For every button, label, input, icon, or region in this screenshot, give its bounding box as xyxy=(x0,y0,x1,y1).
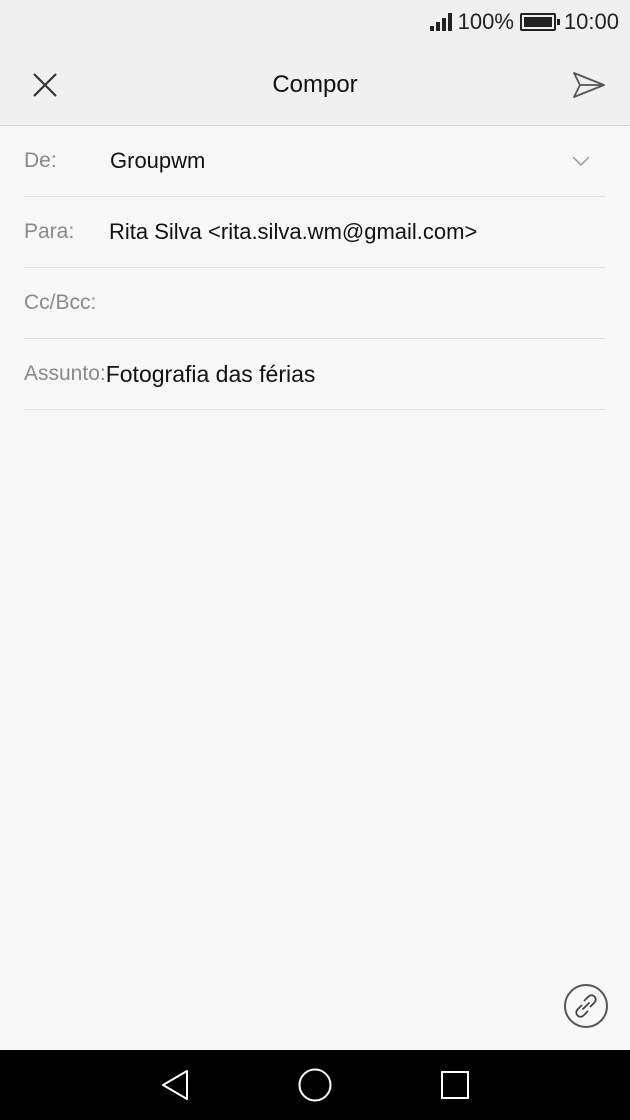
send-button[interactable] xyxy=(566,62,612,108)
signal-icon xyxy=(429,13,452,31)
to-row: Para: Rita Silva <rita.silva.wm@gmail.co… xyxy=(24,197,605,268)
battery-percent: 100% xyxy=(457,9,514,34)
send-icon xyxy=(573,72,605,98)
cc-bcc-row: Cc/Bcc: xyxy=(24,268,605,339)
attach-button[interactable] xyxy=(564,984,608,1028)
compose-form: De: Groupwm Para: Rita Silva <rita.silva… xyxy=(24,126,605,410)
status-bar: 100% 10:00 xyxy=(0,0,630,44)
to-field[interactable]: Rita Silva <rita.silva.wm@gmail.com> xyxy=(109,219,477,245)
subject-label: Assunto: xyxy=(24,362,106,385)
from-value[interactable]: Groupwm xyxy=(110,148,205,174)
status-time: 10:00 xyxy=(563,9,619,34)
close-icon xyxy=(33,73,57,97)
attachment-icon xyxy=(575,994,597,1018)
message-body[interactable] xyxy=(24,410,605,970)
battery-icon xyxy=(519,13,560,31)
recent-apps-button[interactable] xyxy=(437,1067,473,1103)
page-title: Compor xyxy=(272,71,358,98)
chevron-down-icon[interactable] xyxy=(571,151,591,171)
subject-row: Assunto: Fotografia das férias xyxy=(24,339,605,410)
back-icon xyxy=(162,1070,188,1100)
back-button[interactable] xyxy=(157,1067,193,1103)
from-label: De: xyxy=(24,149,57,172)
title-bar: Compor xyxy=(0,44,630,126)
cc-bcc-field[interactable] xyxy=(108,283,605,323)
from-row[interactable]: De: Groupwm xyxy=(24,126,605,197)
cc-bcc-label: Cc/Bcc: xyxy=(24,291,97,314)
recent-apps-icon xyxy=(441,1071,469,1099)
home-icon xyxy=(298,1068,332,1102)
to-label: Para: xyxy=(24,220,75,243)
close-button[interactable] xyxy=(22,62,68,108)
subject-field[interactable]: Fotografia das férias xyxy=(106,361,316,388)
navigation-bar xyxy=(0,1050,630,1120)
home-button[interactable] xyxy=(297,1067,333,1103)
